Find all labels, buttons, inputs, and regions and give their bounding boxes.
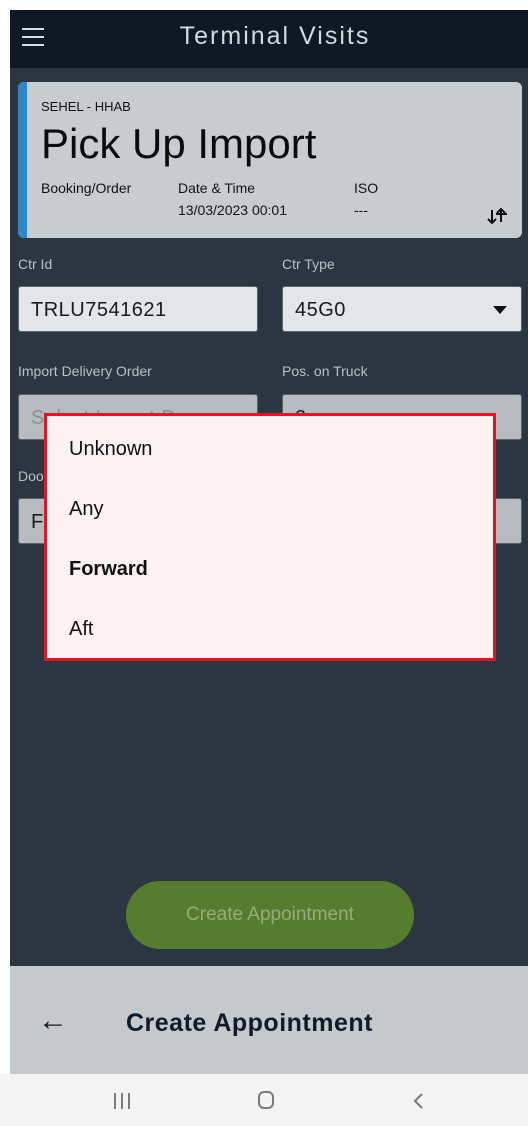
system-navigation-bar: [0, 1074, 528, 1126]
back-icon[interactable]: [408, 1090, 430, 1112]
menu-item-unknown[interactable]: Unknown: [69, 438, 152, 461]
ctr-id-value: TRLU7541621: [31, 299, 167, 321]
swap-vertical-icon[interactable]: [486, 206, 508, 226]
app-bar: Terminal Visits: [10, 10, 528, 68]
bottom-action-bar: ← Create Appointment: [10, 966, 528, 1074]
page-title: Terminal Visits: [179, 22, 371, 50]
card-accent-bar: [18, 82, 27, 238]
position-dropdown-menu: Unknown Any Forward Aft: [44, 413, 496, 661]
bottom-bar-title: Create Appointment: [126, 1009, 373, 1037]
iso-label: ISO: [354, 180, 379, 196]
iso-value: ---: [354, 202, 368, 218]
card-subtitle: SEHEL - HHAB: [41, 99, 131, 114]
status-bar: [0, 0, 528, 10]
ctr-id-label: Ctr Id: [18, 256, 53, 272]
door-label: Doo: [18, 468, 44, 484]
door-value: F: [31, 511, 44, 533]
chevron-down-icon: [493, 306, 507, 314]
pos-on-truck-label: Pos. on Truck: [282, 363, 368, 379]
card-title: Pick Up Import: [41, 120, 317, 167]
import-delivery-order-label: Import Delivery Order: [18, 363, 152, 379]
back-arrow-icon[interactable]: ←: [38, 1004, 68, 1038]
booking-order-label: Booking/Order: [41, 180, 132, 196]
date-time-value: 13/03/2023 00:01: [178, 202, 287, 218]
ctr-id-input[interactable]: TRLU7541621: [18, 286, 258, 332]
date-time-label: Date & Time: [178, 180, 256, 196]
create-appointment-button[interactable]: Create Appointment: [126, 881, 414, 949]
menu-item-any[interactable]: Any: [69, 498, 103, 521]
hamburger-menu-icon[interactable]: [22, 28, 44, 46]
visit-card[interactable]: SEHEL - HHAB Pick Up Import Booking/Orde…: [18, 82, 522, 238]
recent-apps-icon[interactable]: [113, 1093, 131, 1109]
create-appointment-button-label: Create Appointment: [186, 904, 354, 925]
home-icon[interactable]: [258, 1091, 274, 1109]
ctr-type-label: Ctr Type: [282, 256, 335, 272]
ctr-type-value: 45G0: [295, 299, 346, 321]
menu-item-aft[interactable]: Aft: [69, 618, 93, 641]
menu-item-forward[interactable]: Forward: [69, 558, 148, 581]
ctr-type-dropdown[interactable]: 45G0: [282, 286, 522, 332]
